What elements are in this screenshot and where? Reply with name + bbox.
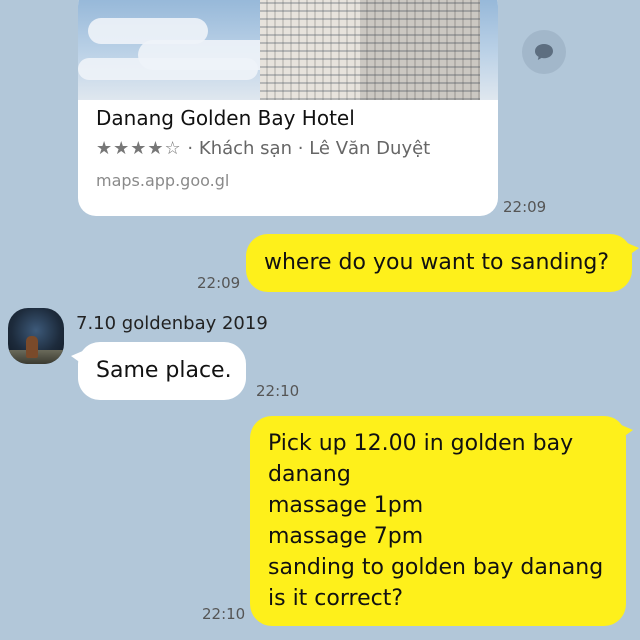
their-message-bubble[interactable]: Same place. [71,342,246,400]
sender-name: 7.10 goldenbay 2019 [76,313,268,334]
message-line: massage 7pm [268,524,424,549]
message-line: danang [268,462,351,487]
place-category: Khách sạn [198,138,292,159]
chat-bubble-icon [533,41,555,63]
timestamp: 22:09 [503,198,547,216]
link-preview-card[interactable]: Danang Golden Bay Hotel ★★★★☆ · Khách sạ… [78,0,498,216]
message-line: Pick up 12.00 in golden bay [268,431,574,456]
message-line: is it correct? [268,586,404,611]
message-line: sanding to golden bay danang [268,555,604,580]
timestamp: 22:09 [197,274,241,292]
my-message-bubble[interactable]: Pick up 12.00 in golden bay danang massa… [250,416,633,626]
hotel-photo [78,0,498,100]
timestamp: 22:10 [202,605,246,623]
avatar[interactable] [8,308,64,364]
message-line: massage 1pm [268,493,424,518]
preview-url: maps.app.goo.gl [96,171,230,190]
meta-separator: · [297,138,304,159]
share-button[interactable] [522,30,566,74]
my-message-bubble[interactable]: where do you want to sanding? [246,234,639,292]
message-text: where do you want to sanding? [264,250,610,275]
place-meta: ★★★★☆ · Khách sạn · Lê Văn Duyệt [96,138,480,159]
place-address: Lê Văn Duyệt [309,138,431,159]
place-title: Danang Golden Bay Hotel [96,106,355,130]
rating-stars: ★★★★☆ [96,138,182,159]
timestamp: 22:10 [256,382,300,400]
message-text: Same place. [96,358,232,383]
meta-separator: · [187,138,194,159]
